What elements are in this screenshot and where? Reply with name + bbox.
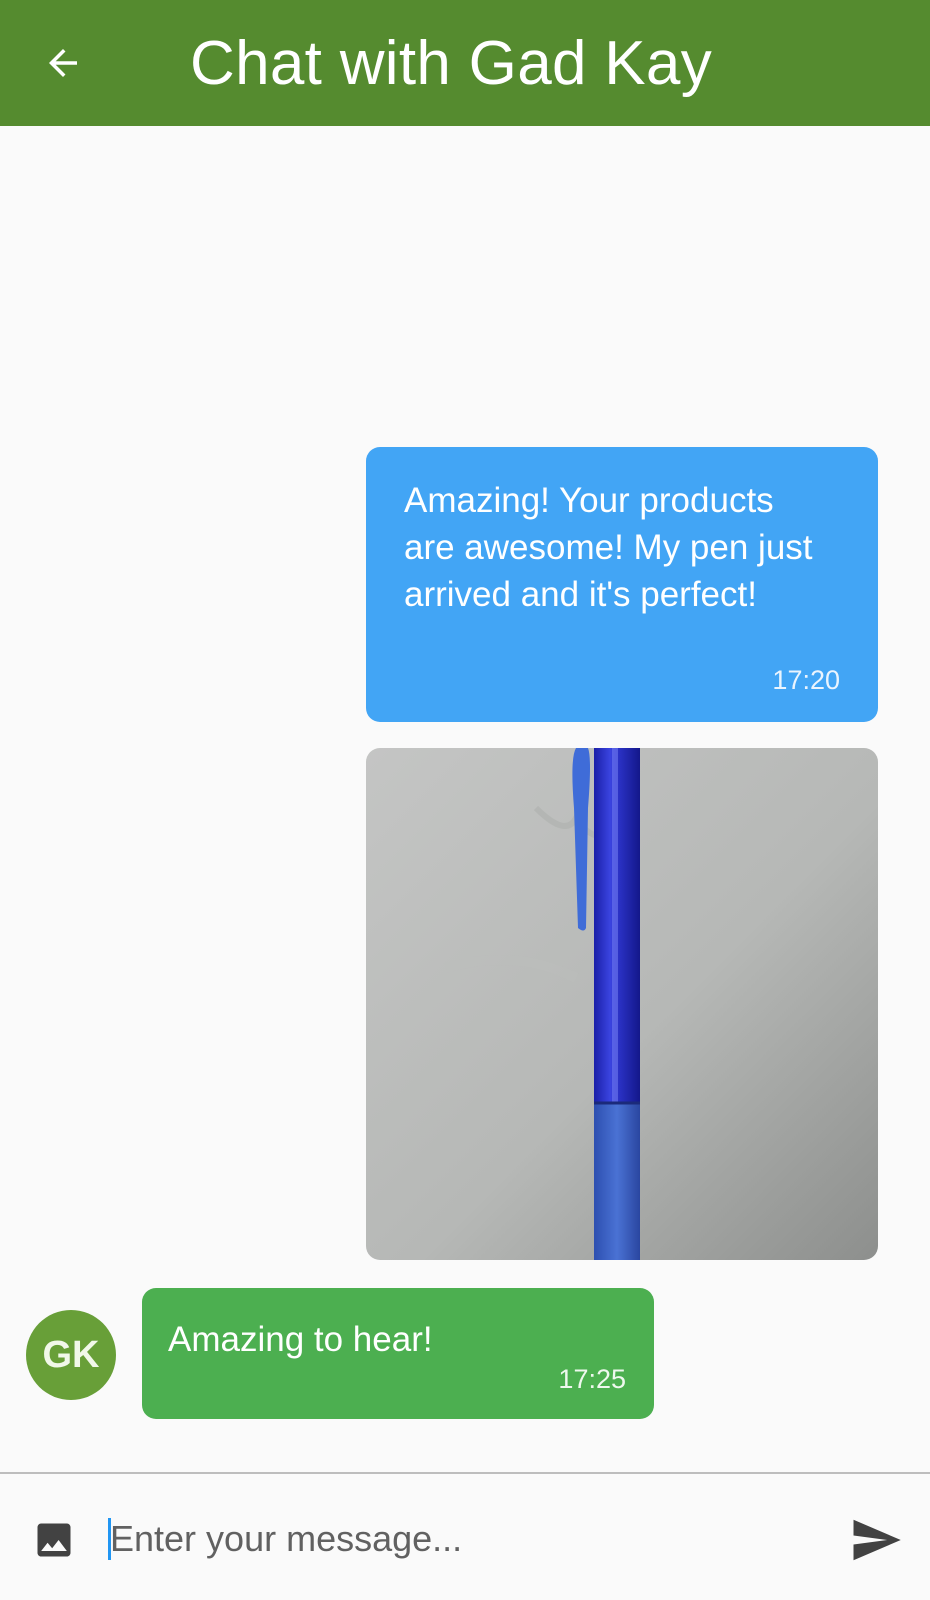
image-message[interactable] (366, 748, 878, 1260)
message-timestamp: 17:20 (772, 665, 840, 695)
send-icon (853, 1519, 901, 1561)
send-button[interactable] (848, 1512, 904, 1568)
incoming-message-bubble[interactable]: Amazing to hear! 17:25 (142, 1288, 654, 1419)
image-icon (37, 1523, 71, 1557)
message-text: Amazing to hear! (168, 1320, 433, 1359)
arrow-back-icon (49, 49, 77, 77)
outgoing-message-bubble[interactable]: Amazing! Your products are awesome! My p… (366, 447, 878, 722)
back-button[interactable] (36, 38, 90, 88)
attach-image-button[interactable] (30, 1516, 78, 1564)
blue-pen-photo (366, 748, 878, 1260)
app-bar: Chat with Gad Kay (0, 0, 930, 126)
message-input[interactable] (106, 1504, 806, 1574)
message-composer (0, 1472, 930, 1600)
message-text: Amazing! Your products are awesome! My p… (404, 481, 813, 614)
avatar[interactable]: GK (26, 1310, 116, 1400)
page-title: Chat with Gad Kay (190, 29, 713, 98)
message-input-wrapper (106, 1504, 806, 1574)
message-timestamp: 17:25 (558, 1364, 626, 1394)
